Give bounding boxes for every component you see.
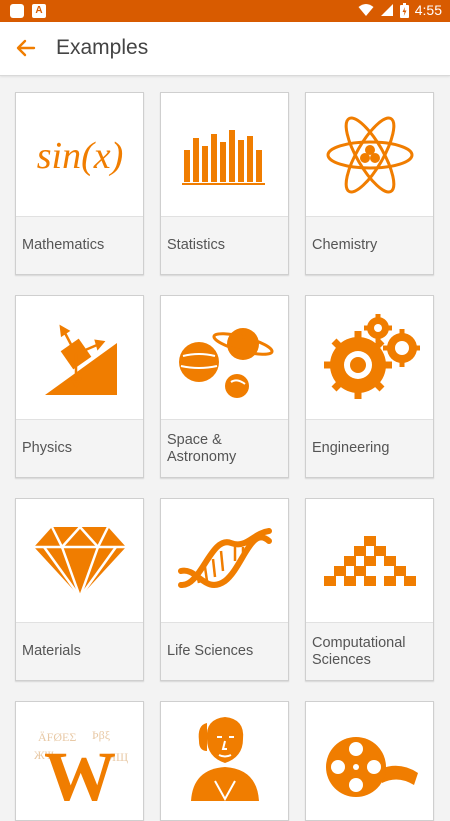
tile-life-sciences[interactable]: Life Sciences (160, 498, 289, 681)
historical-person-icon (190, 717, 259, 801)
tile-statistics[interactable]: Statistics (160, 92, 289, 275)
atom-icon (326, 116, 413, 193)
tile-label: Engineering (306, 419, 433, 477)
app-icon: A (32, 4, 46, 18)
tile-engineering[interactable]: Engineering (305, 295, 434, 478)
notification-icon (10, 4, 24, 18)
battery-icon (399, 2, 409, 18)
tile-label: Materials (16, 622, 143, 680)
tile-label: Mathematics (16, 216, 143, 274)
tile-label: Space & Astronomy (161, 419, 288, 477)
clock: 4:55 (414, 2, 442, 18)
letter-w-icon: ÄFØΕΣ Þβξ ЖΨ ЯЩ W (34, 728, 128, 801)
tile-materials[interactable]: Materials (15, 498, 144, 681)
app-bar: Examples (0, 22, 450, 76)
svg-text:W: W (44, 737, 116, 801)
tile-label: Computational Sciences (306, 622, 433, 680)
arrow-back-icon[interactable] (12, 34, 40, 62)
status-bar: A 4:55 (0, 0, 450, 22)
dna-icon (177, 527, 272, 588)
sin-x-icon: sin(x) (36, 135, 123, 177)
tile-label: Physics (16, 419, 143, 477)
cellular-automaton-icon (323, 535, 416, 586)
tile-computational-sciences[interactable]: Computational Sciences (305, 498, 434, 681)
tile-words-linguistics[interactable]: ÄFØΕΣ Þβξ ЖΨ ЯЩ W (15, 701, 144, 821)
tile-mathematics[interactable]: sin(x) Mathematics (15, 92, 144, 275)
inclined-plane-icon (44, 324, 117, 395)
wifi-icon (358, 4, 374, 16)
planets-icon (178, 328, 274, 398)
tile-people-history[interactable] (160, 701, 289, 821)
diamond-icon (33, 524, 126, 601)
gears-icon (323, 314, 420, 399)
tile-physics[interactable]: Physics (15, 295, 144, 478)
signal-icon (380, 4, 393, 16)
tile-space-astronomy[interactable]: Space & Astronomy (160, 295, 289, 478)
tile-label: Chemistry (306, 216, 433, 274)
svg-text:sin(x): sin(x) (36, 135, 123, 177)
film-reel-icon (325, 737, 418, 797)
tile-arts-media[interactable] (305, 701, 434, 821)
tile-label: Statistics (161, 216, 288, 274)
bar-chart-icon (181, 129, 265, 185)
page-title: Examples (56, 36, 149, 59)
tile-label: Life Sciences (161, 622, 288, 680)
tile-chemistry[interactable]: Chemistry (305, 92, 434, 275)
